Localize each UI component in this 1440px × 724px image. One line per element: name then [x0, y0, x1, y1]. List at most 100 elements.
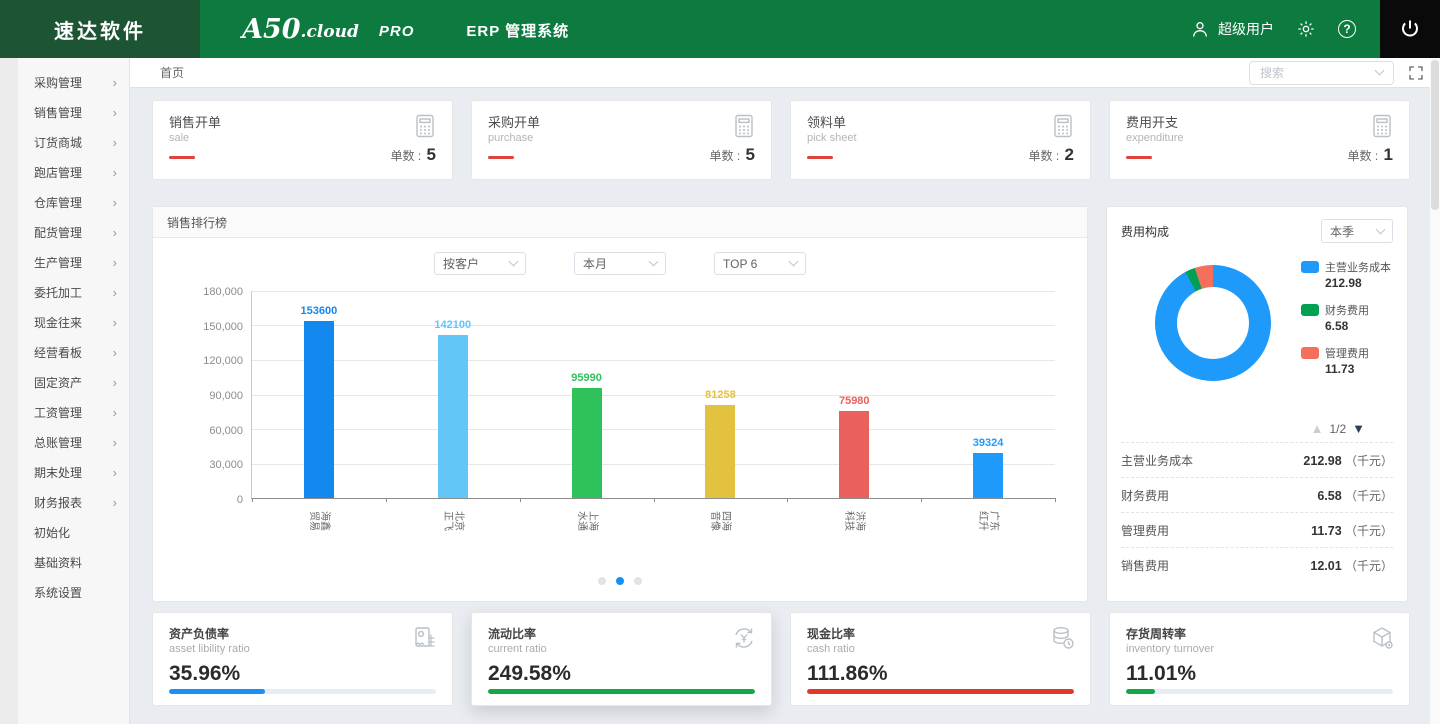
- fullscreen-icon[interactable]: [1408, 65, 1424, 81]
- red-dash-decoration: [488, 156, 514, 159]
- sidebar-item-purchase-mgmt[interactable]: 采购管理›: [18, 67, 129, 97]
- stat-card-title: 采购开单: [488, 112, 755, 131]
- carousel-dot-2[interactable]: [634, 577, 642, 585]
- chevron-right-icon: ›: [113, 226, 117, 239]
- stat-card-subtitle: pick sheet: [807, 132, 1074, 144]
- stat-card-pick-sheet[interactable]: 领料单pick sheet单数 : 2: [790, 100, 1091, 180]
- sidebar: 采购管理›销售管理›订货商城›跑店管理›仓库管理›配货管理›生产管理›委托加工›…: [0, 58, 130, 724]
- gridline: [252, 360, 1055, 361]
- legend-color-chip: [1301, 304, 1319, 316]
- sidebar-item-general-ledger[interactable]: 总账管理›: [18, 427, 129, 457]
- gridline: [252, 429, 1055, 430]
- breadcrumb-home-tab[interactable]: 首页: [160, 64, 184, 81]
- sidebar-item-period-end[interactable]: 期末处理›: [18, 457, 129, 487]
- y-axis-tick-label: 150,000: [173, 321, 243, 333]
- bar-4: [839, 411, 869, 498]
- chevron-down-icon: [1375, 66, 1385, 76]
- scrollbar-thumb[interactable]: [1431, 60, 1439, 210]
- help-icon[interactable]: ?: [1338, 20, 1356, 38]
- expense-row-value: 12.01 （千元）: [1310, 557, 1393, 574]
- sidebar-item-outsourcing[interactable]: 委托加工›: [18, 277, 129, 307]
- kpi-card-current-ratio[interactable]: 流动比率current ratio249.58%: [471, 612, 772, 706]
- filter-select-value: 按客户: [443, 255, 479, 272]
- sidebar-item-initialization[interactable]: 初始化: [18, 517, 129, 547]
- kpi-title: 流动比率: [488, 625, 755, 642]
- legend-page-up-icon[interactable]: ▲: [1311, 421, 1324, 436]
- vertical-scrollbar[interactable]: [1430, 58, 1440, 724]
- product-brand: A50 .cloud PRO ERP 管理系统: [200, 0, 1190, 58]
- kpi-progress-track: [1126, 689, 1393, 694]
- kpi-subtitle: current ratio: [488, 643, 755, 655]
- kpi-card-asset-liability-ratio[interactable]: 资产负债率asset libility ratio35.96%: [152, 612, 453, 706]
- kpi-subtitle: inventory turnover: [1126, 643, 1393, 655]
- current-user-label[interactable]: 超级用户: [1218, 19, 1274, 39]
- x-axis-tick: [921, 498, 922, 502]
- sidebar-item-label: 配货管理: [34, 224, 82, 241]
- chevron-right-icon: ›: [113, 466, 117, 479]
- filter-select-dimension[interactable]: 按客户: [434, 252, 526, 275]
- legend-page-down-icon[interactable]: ▼: [1352, 421, 1365, 436]
- sales-bar-chart: 180,000150,000120,00090,00060,00030,0000…: [173, 283, 1067, 539]
- sidebar-item-label: 跑店管理: [34, 164, 82, 181]
- legend-label: 管理费用: [1325, 345, 1369, 361]
- sidebar-item-warehouse-mgmt[interactable]: 仓库管理›: [18, 187, 129, 217]
- legend-color-chip: [1301, 261, 1319, 273]
- sidebar-item-fixed-assets[interactable]: 固定资产›: [18, 367, 129, 397]
- carousel-dot-0[interactable]: [598, 577, 606, 585]
- product-edition: PRO: [379, 23, 415, 40]
- filter-select-top[interactable]: TOP 6: [714, 252, 806, 275]
- sidebar-item-label: 工资管理: [34, 404, 82, 421]
- bar-value-label: 153600: [274, 305, 364, 317]
- sidebar-item-financial-reports[interactable]: 财务报表›: [18, 487, 129, 517]
- x-axis-category-label: 上海 水通: [576, 509, 598, 533]
- sidebar-item-payroll-mgmt[interactable]: 工资管理›: [18, 397, 129, 427]
- stat-card-purchase[interactable]: 采购开单purchase单数 : 5: [471, 100, 772, 180]
- legend-value: 212.98: [1325, 276, 1391, 290]
- calculator-icon: [412, 113, 438, 144]
- chevron-down-icon: [649, 257, 659, 267]
- stat-card-subtitle: expenditure: [1126, 132, 1393, 144]
- kpi-subtitle: asset libility ratio: [169, 643, 436, 655]
- sidebar-item-system-settings[interactable]: 系统设置: [18, 577, 129, 607]
- sidebar-item-base-data[interactable]: 基础资料: [18, 547, 129, 577]
- bar-value-label: 81258: [675, 389, 765, 401]
- user-icon: [1190, 19, 1210, 39]
- sidebar-item-production-mgmt[interactable]: 生产管理›: [18, 247, 129, 277]
- chevron-right-icon: ›: [113, 196, 117, 209]
- logout-power-button[interactable]: [1380, 0, 1440, 58]
- sidebar-item-distribution-mgmt[interactable]: 配货管理 ›: [18, 217, 129, 247]
- filter-select-period[interactable]: 本月: [574, 252, 666, 275]
- kpi-value: 35.96%: [169, 662, 436, 686]
- stat-card-title: 领料单: [807, 112, 1074, 131]
- chevron-right-icon: ›: [113, 346, 117, 359]
- sidebar-item-label: 基础资料: [34, 554, 82, 571]
- period-select[interactable]: 本季: [1321, 219, 1393, 243]
- expense-row-value: 11.73 （千元）: [1311, 522, 1393, 539]
- chevron-down-icon: [789, 257, 799, 267]
- sidebar-item-store-visit-mgmt[interactable]: 跑店管理 ›: [18, 157, 129, 187]
- stat-card-subtitle: purchase: [488, 132, 755, 144]
- kpi-card-inventory-turnover[interactable]: 存货周转率inventory turnover11.01%: [1109, 612, 1410, 706]
- x-axis-tick: [520, 498, 521, 502]
- donut-legend-item-0[interactable]: 主营业务成本212.98: [1301, 259, 1391, 290]
- sidebar-item-order-mall[interactable]: 订货商城›: [18, 127, 129, 157]
- sidebar-item-sales-mgmt[interactable]: 销售管理›: [18, 97, 129, 127]
- kpi-card-cash-ratio[interactable]: 现金比率cash ratio111.86%: [790, 612, 1091, 706]
- sidebar-item-business-dashboard[interactable]: 经营看板›: [18, 337, 129, 367]
- donut-legend-item-2[interactable]: 管理费用11.73: [1301, 345, 1391, 376]
- expense-panel-title: 费用构成: [1121, 223, 1169, 240]
- stat-card-count: 单数 : 5: [391, 145, 436, 165]
- calculator-icon: [731, 113, 757, 144]
- filter-select-value: 本月: [583, 255, 607, 272]
- stat-card-sale[interactable]: 销售开单sale单数 : 5: [152, 100, 453, 180]
- stat-card-expenditure[interactable]: 费用开支expenditure单数 : 1: [1109, 100, 1410, 180]
- box-icon: [1369, 625, 1395, 656]
- donut-legend-item-1[interactable]: 财务费用6.58: [1301, 302, 1391, 333]
- settings-gear-icon[interactable]: [1296, 19, 1316, 39]
- search-select[interactable]: 搜索: [1249, 61, 1394, 85]
- x-axis-category-label: 四海 音像: [709, 509, 731, 533]
- sidebar-item-cash-transactions[interactable]: 现金往来›: [18, 307, 129, 337]
- x-axis-category-label: 洪海 科技: [843, 509, 865, 533]
- carousel-dot-1[interactable]: [616, 577, 624, 585]
- chevron-right-icon: ›: [113, 166, 117, 179]
